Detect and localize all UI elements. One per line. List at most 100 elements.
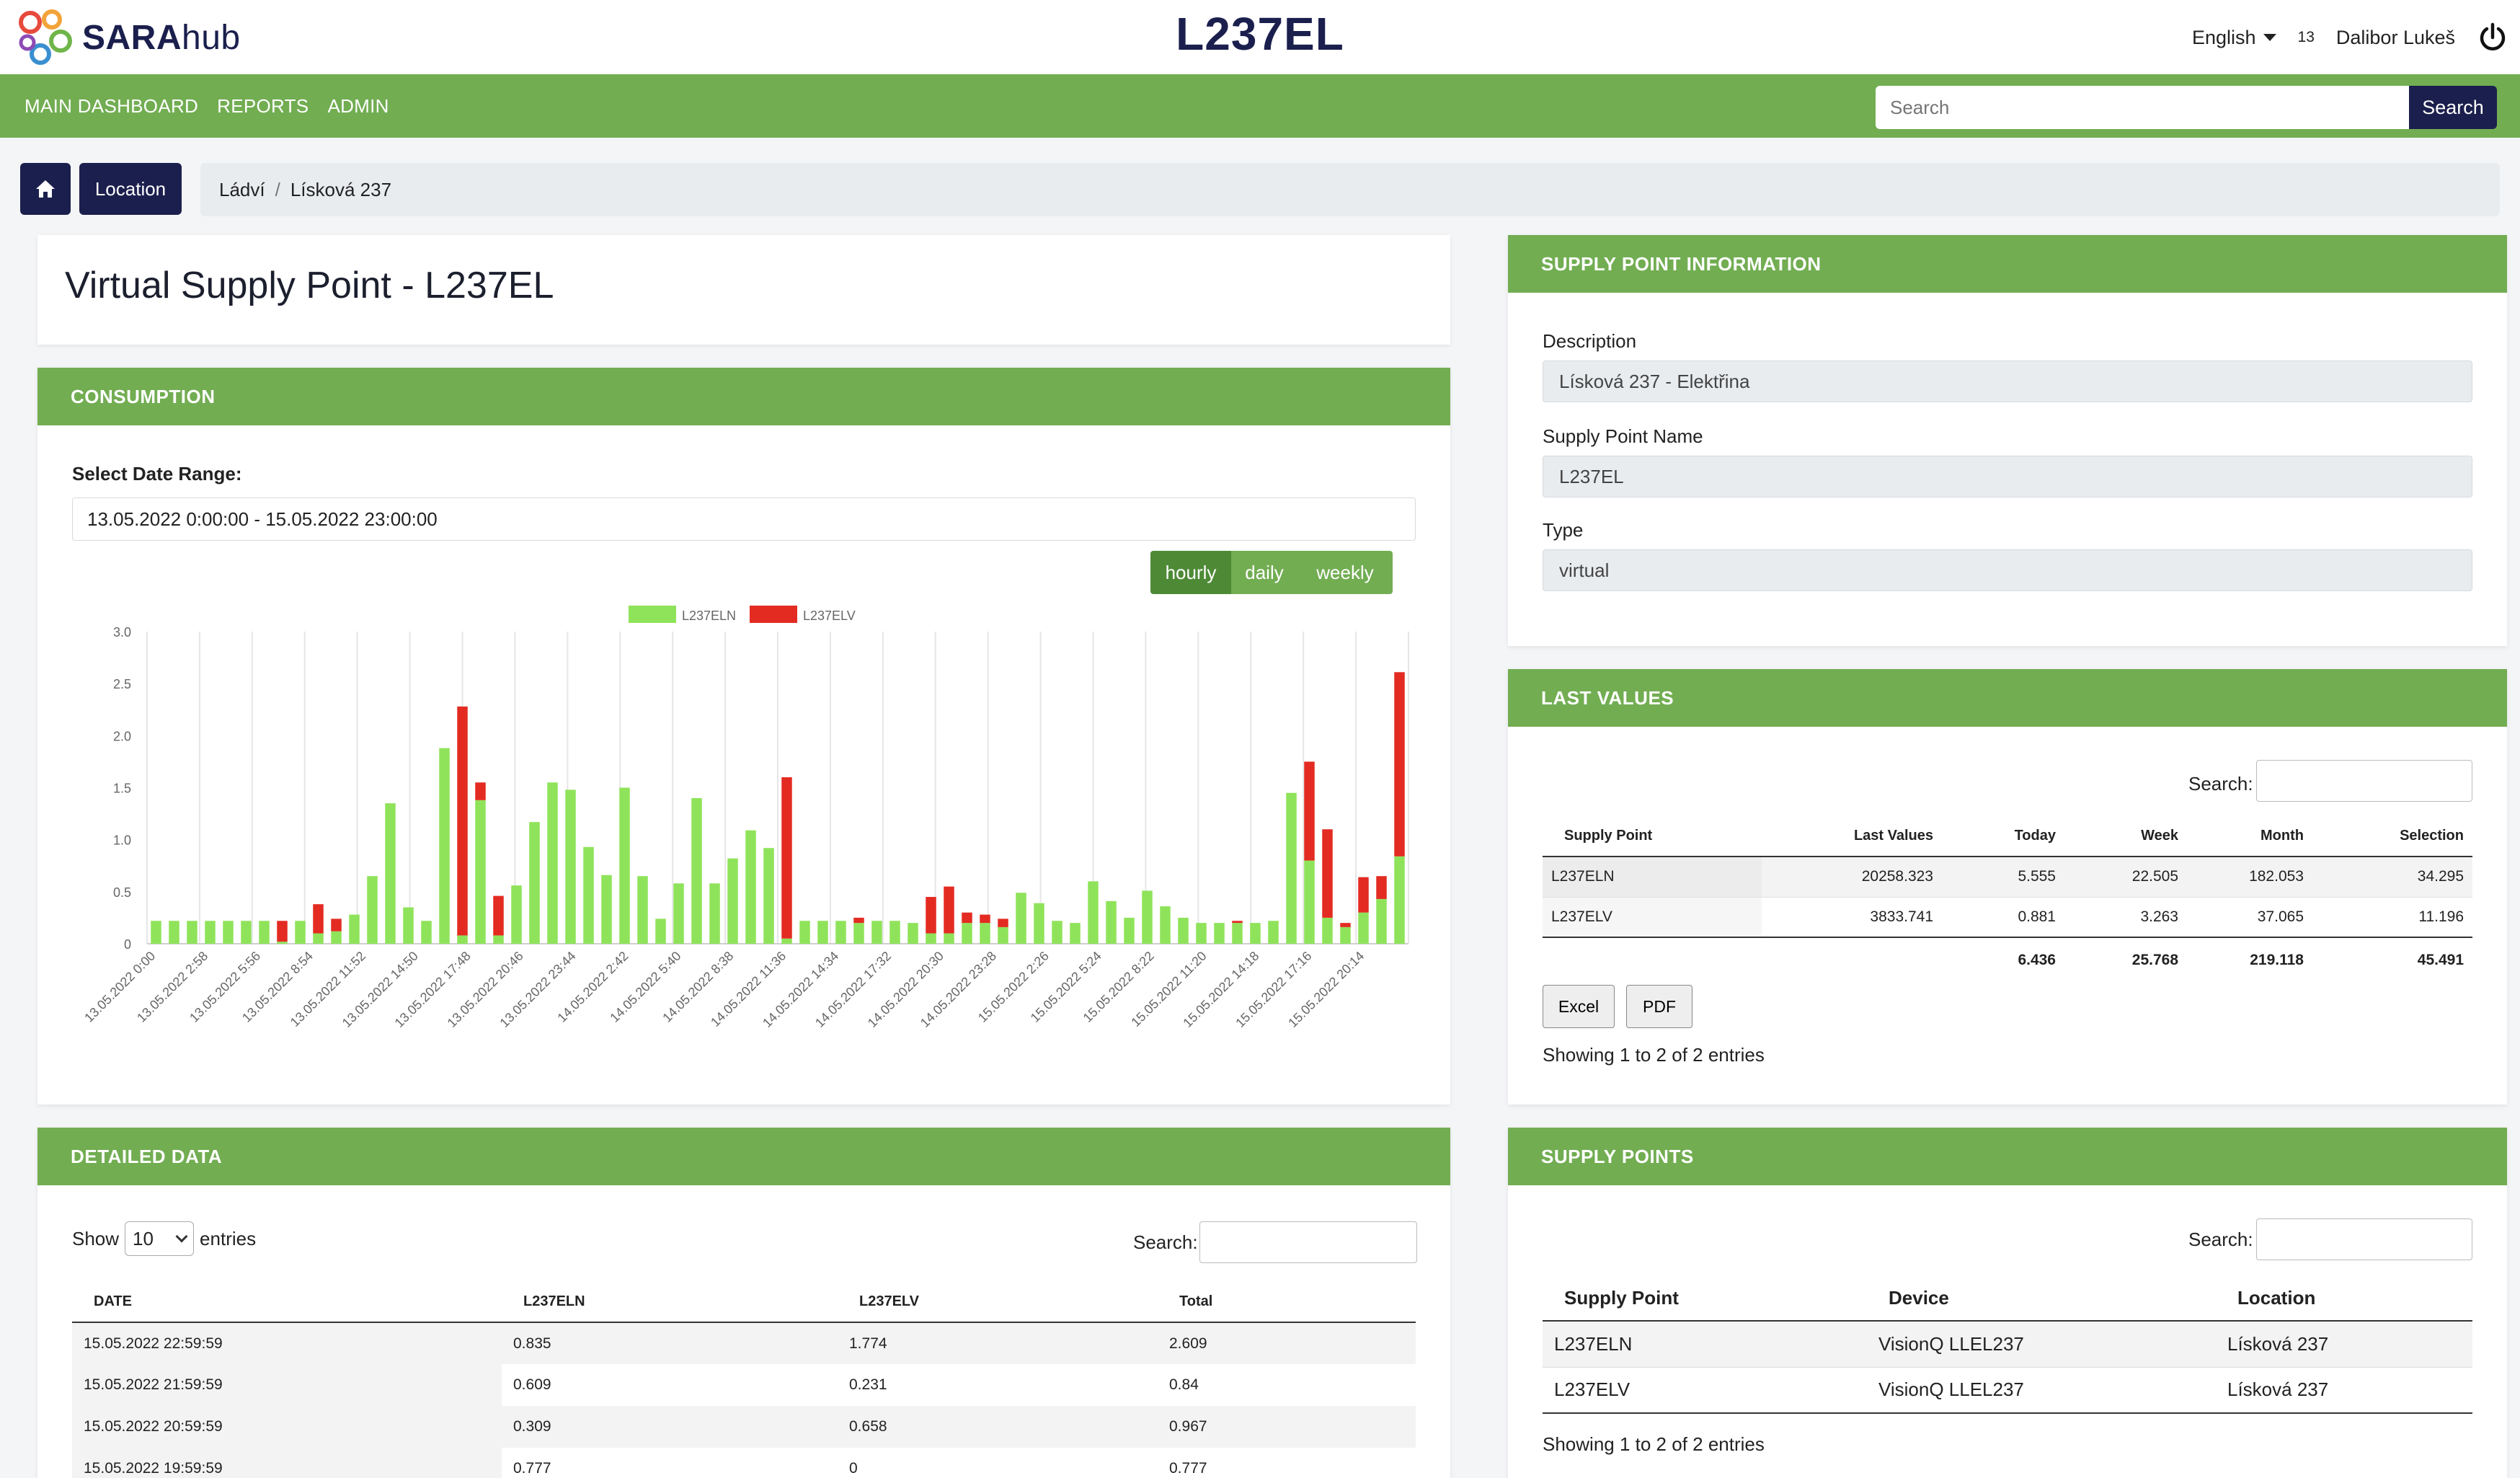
global-search-input[interactable] [1876,86,2409,129]
chart-bar-l237eln [547,782,558,944]
cell-l237elv: 0.231 [849,1376,887,1393]
chart-bar-l237eln [1340,926,1351,944]
chart-bar-l237elv [853,917,864,924]
col-device[interactable]: Device [1867,1276,2216,1322]
col-total[interactable]: Total [1158,1282,1416,1323]
supply-points-card: SUPPLY POINTS Search: Supply Point Devic… [1508,1128,2507,1478]
cell-date: 15.05.2022 22:59:59 [72,1322,502,1364]
cell-week: 3.263 [2140,908,2178,925]
site-title: L237EL [1176,8,1344,60]
supply-points-search-input[interactable] [2256,1218,2472,1260]
cell-last-values: 20258.323 [1762,857,1942,898]
y-tick-label: 2.0 [113,729,131,743]
col-date[interactable]: DATE [72,1282,502,1323]
breadcrumb-separator: / [275,178,280,200]
cell-today: 5.555 [1942,857,2064,898]
chart-bar-l237eln [1016,893,1026,944]
breadcrumb-item-liskova: Lísková 237 [290,178,392,200]
total-cell-empty [1543,937,1762,982]
chart-bar-l237eln [223,921,234,944]
chart-bar-l237eln [1196,923,1207,944]
entries-select[interactable]: 10 [125,1221,195,1256]
chart-bar-l237elv [1358,877,1369,913]
y-tick-label: 1.5 [113,782,131,796]
chart-bar-l237eln [331,931,342,944]
chart-bar-l237eln [1268,921,1279,944]
totals-row: 6.436 25.768 219.118 45.491 [1543,937,2472,982]
col-location[interactable]: Location [2216,1276,2472,1322]
description-label: Description [1543,330,1637,352]
col-last-values[interactable]: Last Values [1762,816,1942,857]
breadcrumb: Ládví / Lísková 237 [200,163,2500,216]
cell-date: 15.05.2022 19:59:59 [72,1448,502,1478]
total-selection: 45.491 [2312,937,2472,982]
show-label: Show [72,1227,120,1249]
nav-admin[interactable]: ADMIN [327,95,389,118]
last-values-header: LAST VALUES [1508,669,2507,727]
main-navbar: MAIN DASHBOARD REPORTS ADMIN Search [0,74,2520,138]
last-values-search-label: Search: [2188,773,2253,795]
col-supply-point[interactable]: Supply Point [1543,816,1762,857]
breadcrumb-item-ladvi[interactable]: Ládví [219,179,265,201]
brand-name: SARAhub [82,18,241,57]
cell-l237elv: 0.658 [838,1406,1158,1448]
chart-bar-l237eln [1304,860,1315,944]
show-entries: Show 10 entries [72,1221,256,1256]
chart-bar-l237elv [1376,876,1387,899]
nav-main-dashboard[interactable]: MAIN DASHBOARD [25,95,198,118]
supply-point-info-card: SUPPLY POINT INFORMATION Description Lís… [1508,235,2507,646]
chart-bar-l237eln [926,933,936,944]
col-month[interactable]: Month [2187,816,2312,857]
col-week[interactable]: Week [2064,816,2187,857]
power-icon[interactable] [2477,22,2508,53]
col-l237eln[interactable]: L237ELN [502,1282,838,1323]
chart-bar-l237eln [457,935,468,944]
chart-bar-l237eln [745,830,756,944]
excel-button[interactable]: Excel [1543,985,1615,1028]
cell-today: 0.881 [2018,908,2056,925]
chart-bar-l237eln [187,921,198,944]
total-cell-empty [1762,937,1942,982]
chart-bar-l237eln [421,921,432,944]
chart-bar-l237elv [1322,829,1333,918]
global-search-button[interactable]: Search [2409,86,2497,129]
user-name[interactable]: Dalibor Lukeš [2336,27,2455,49]
home-button[interactable] [20,163,71,215]
notification-count[interactable]: 13 [2298,29,2315,46]
cell-supply-point[interactable]: L237ELN [1543,1321,1867,1368]
chart-bar-l237eln [1250,923,1261,944]
caret-down-icon [2263,34,2276,41]
chart-bar-l237elv [1394,672,1405,857]
col-l237elv[interactable]: L237ELV [838,1282,1158,1323]
col-supply-point[interactable]: Supply Point [1543,1276,1867,1322]
pdf-button[interactable]: PDF [1626,985,1692,1028]
chart-bar-l237eln [691,797,702,944]
brand-logo[interactable]: SARAhub [16,9,241,66]
chart-bar-l237eln [637,876,648,944]
home-icon [36,180,55,198]
user-area: English 13 Dalibor Lukeš [2192,22,2508,53]
y-tick-label: 0.5 [113,885,131,900]
table-row: 15.05.2022 22:59:59 0.835 1.774 2.609 [72,1322,1416,1364]
detail-search-input[interactable] [1199,1221,1417,1263]
col-selection[interactable]: Selection [2312,816,2472,857]
language-dropdown[interactable]: English [2192,27,2276,49]
type-field: virtual [1543,549,2472,591]
entries-label: entries [200,1227,257,1249]
chart-bar-l237elv [1340,923,1351,927]
table-row: 15.05.2022 21:59:59 0.609 0.231 0.84 [72,1364,1416,1406]
nav-reports[interactable]: REPORTS [217,95,309,118]
cell-location: Lísková 237 [2216,1367,2472,1414]
detailed-data-card: DETAILED DATA Show 10 entries Search: DA… [37,1128,1450,1478]
total-month: 219.118 [2187,937,2312,982]
cell-last-values: 3833.741 [1870,908,1933,925]
location-button[interactable]: Location [79,163,182,215]
y-tick-label: 0 [124,937,131,952]
cell-supply-point[interactable]: L237ELV [1543,1367,1867,1414]
col-today[interactable]: Today [1942,816,2064,857]
last-values-search-input[interactable] [2256,760,2472,802]
table-row[interactable]: L237ELN VisionQ LLEL237 Lísková 237 [1543,1321,2472,1368]
chart-bar-l237elv [980,914,990,924]
table-row[interactable]: L237ELV VisionQ LLEL237 Lísková 237 [1543,1367,2472,1414]
chart-bar-l237elv [457,706,468,936]
